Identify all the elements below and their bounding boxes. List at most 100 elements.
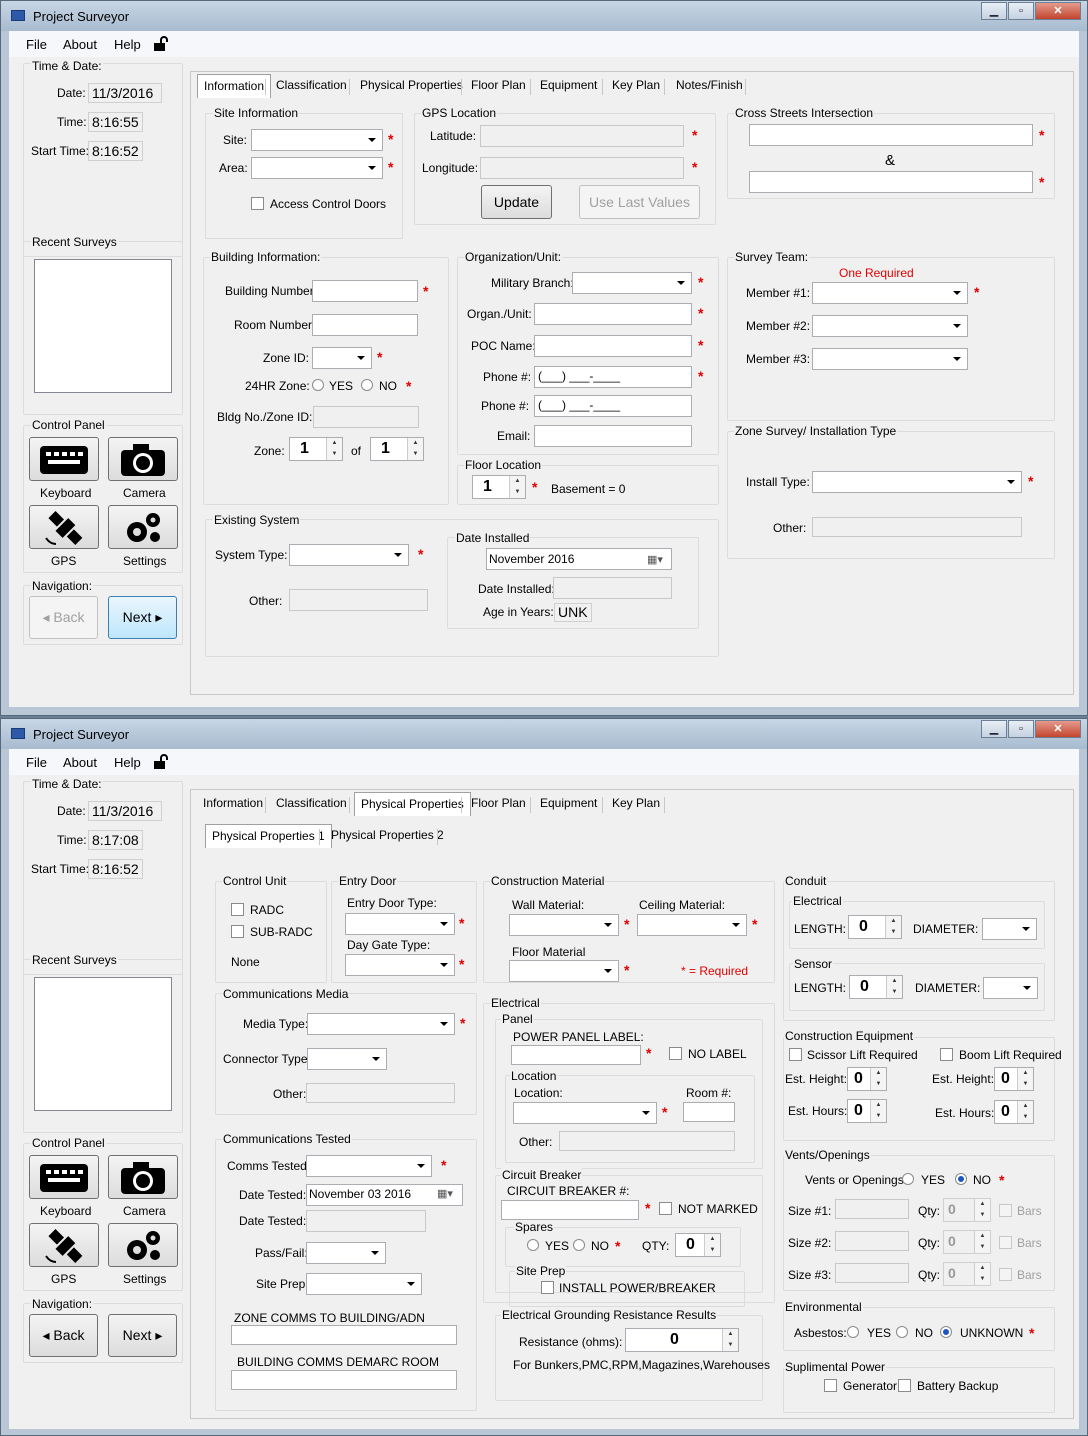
- size-3-field[interactable]: [835, 1263, 909, 1283]
- close-button[interactable]: ✕: [1035, 720, 1081, 738]
- bars-1-checkbox[interactable]: [999, 1204, 1012, 1217]
- date-installed-field[interactable]: [553, 577, 672, 599]
- bars-2-checkbox[interactable]: [999, 1236, 1012, 1249]
- calendar-dropdown-icon[interactable]: ▦▾: [647, 553, 663, 566]
- tab-key-plan[interactable]: Key Plan: [606, 792, 666, 816]
- boom-height-stepper[interactable]: 0: [994, 1067, 1034, 1091]
- tab-classification[interactable]: Classification: [270, 74, 353, 98]
- next-button[interactable]: Next ▸: [108, 596, 177, 639]
- connector-type-combo[interactable]: [307, 1048, 387, 1070]
- circuit-breaker-number-field[interactable]: [501, 1200, 639, 1220]
- system-type-combo[interactable]: [289, 544, 409, 566]
- camera-button[interactable]: [108, 1155, 178, 1199]
- access-control-checkbox[interactable]: [251, 197, 264, 210]
- site-combo[interactable]: [251, 129, 383, 151]
- settings-button[interactable]: [108, 505, 178, 549]
- phone-1-field[interactable]: (___) ___-____: [534, 366, 692, 388]
- tab-floor-plan[interactable]: Floor Plan: [465, 74, 532, 98]
- resistance-stepper[interactable]: 0: [625, 1328, 739, 1352]
- day-gate-type-combo[interactable]: [345, 954, 455, 976]
- menu-help[interactable]: Help: [114, 755, 141, 770]
- asbestos-no-radio[interactable]: [896, 1326, 908, 1338]
- battery-backup-checkbox[interactable]: [898, 1379, 911, 1392]
- gps-button[interactable]: [29, 1223, 99, 1267]
- 24hr-yes-radio[interactable]: [312, 379, 324, 391]
- use-last-values-button[interactable]: Use Last Values: [579, 185, 700, 219]
- menu-help[interactable]: Help: [114, 37, 141, 52]
- cross-street-1-field[interactable]: [749, 124, 1033, 146]
- subtab-physical-properties-2[interactable]: Physical Properties 2: [325, 824, 450, 848]
- asbestos-yes-radio[interactable]: [847, 1326, 859, 1338]
- keyboard-button[interactable]: [29, 1155, 99, 1199]
- qty-3-stepper[interactable]: 0: [943, 1262, 991, 1286]
- next-button[interactable]: Next ▸: [108, 1314, 177, 1357]
- boom-hours-stepper[interactable]: 0: [994, 1100, 1034, 1124]
- calendar-dropdown-icon[interactable]: ▦▾: [437, 1187, 453, 1200]
- media-type-combo[interactable]: [307, 1013, 455, 1035]
- area-combo[interactable]: [251, 157, 383, 179]
- tab-information[interactable]: Information: [197, 74, 272, 98]
- no-label-checkbox[interactable]: [669, 1047, 682, 1060]
- floor-material-combo[interactable]: [509, 960, 619, 982]
- not-marked-checkbox[interactable]: [659, 1202, 672, 1215]
- system-other-field[interactable]: [289, 589, 428, 611]
- longitude-field[interactable]: [480, 157, 684, 179]
- tab-notes-finish[interactable]: Notes/Finish: [670, 74, 749, 98]
- demarc-room-field[interactable]: [231, 1370, 457, 1390]
- generator-checkbox[interactable]: [824, 1379, 837, 1392]
- subtab-physical-properties-1[interactable]: Physical Properties 1: [205, 824, 332, 848]
- size-1-field[interactable]: [835, 1199, 909, 1219]
- poc-name-field[interactable]: [534, 335, 692, 357]
- latitude-field[interactable]: [480, 125, 684, 147]
- room-number-field[interactable]: [312, 314, 418, 336]
- sensor-length-stepper[interactable]: 0: [849, 975, 903, 999]
- settings-button[interactable]: [108, 1223, 178, 1267]
- camera-button[interactable]: [108, 437, 178, 481]
- install-power-checkbox[interactable]: [541, 1281, 554, 1294]
- keyboard-button[interactable]: [29, 437, 99, 481]
- member-1-combo[interactable]: [812, 282, 968, 304]
- wall-material-combo[interactable]: [509, 914, 619, 936]
- member-3-combo[interactable]: [812, 348, 968, 370]
- close-button[interactable]: ✕: [1035, 2, 1081, 20]
- install-type-combo[interactable]: [812, 471, 1022, 493]
- tab-equipment[interactable]: Equipment: [534, 74, 603, 98]
- gps-button[interactable]: [29, 505, 99, 549]
- recent-surveys-list[interactable]: [34, 977, 172, 1111]
- sensor-diameter-combo[interactable]: [983, 977, 1038, 999]
- unlock-icon[interactable]: [153, 754, 171, 770]
- scissor-hours-stepper[interactable]: 0: [847, 1099, 887, 1123]
- zone-stepper[interactable]: 1: [289, 437, 343, 461]
- media-other-field[interactable]: [306, 1083, 455, 1103]
- back-button[interactable]: ◂ Back: [29, 1314, 98, 1357]
- size-2-field[interactable]: [835, 1231, 909, 1251]
- vents-no-radio[interactable]: [955, 1173, 967, 1185]
- member-2-combo[interactable]: [812, 315, 968, 337]
- comms-tested-combo[interactable]: [306, 1155, 432, 1177]
- zone-comms-field[interactable]: [231, 1325, 457, 1345]
- spares-yes-radio[interactable]: [527, 1239, 539, 1251]
- tab-classification[interactable]: Classification: [270, 792, 353, 816]
- tab-information[interactable]: Information: [197, 792, 269, 816]
- radc-checkbox[interactable]: [231, 903, 244, 916]
- back-button[interactable]: ◂ Back: [29, 596, 98, 639]
- tab-physical-properties[interactable]: Physical Properties: [354, 74, 469, 98]
- zone-id-combo[interactable]: [312, 347, 372, 369]
- menu-file[interactable]: File: [26, 37, 47, 52]
- maximize-button[interactable]: ▫: [1008, 2, 1034, 20]
- location-combo[interactable]: [513, 1102, 657, 1124]
- electrical-length-stepper[interactable]: 0: [848, 915, 902, 939]
- spares-no-radio[interactable]: [573, 1239, 585, 1251]
- scissor-lift-checkbox[interactable]: [789, 1048, 802, 1061]
- pass-fail-combo[interactable]: [306, 1242, 386, 1264]
- scissor-height-stepper[interactable]: 0: [847, 1067, 887, 1091]
- email-field[interactable]: [534, 425, 692, 447]
- cross-street-2-field[interactable]: [749, 171, 1033, 193]
- tab-equipment[interactable]: Equipment: [534, 792, 603, 816]
- boom-lift-checkbox[interactable]: [940, 1048, 953, 1061]
- 24hr-no-radio[interactable]: [361, 379, 373, 391]
- ceiling-material-combo[interactable]: [637, 914, 747, 936]
- menu-file[interactable]: File: [26, 755, 47, 770]
- qty-2-stepper[interactable]: 0: [943, 1230, 991, 1254]
- tab-floor-plan[interactable]: Floor Plan: [465, 792, 532, 816]
